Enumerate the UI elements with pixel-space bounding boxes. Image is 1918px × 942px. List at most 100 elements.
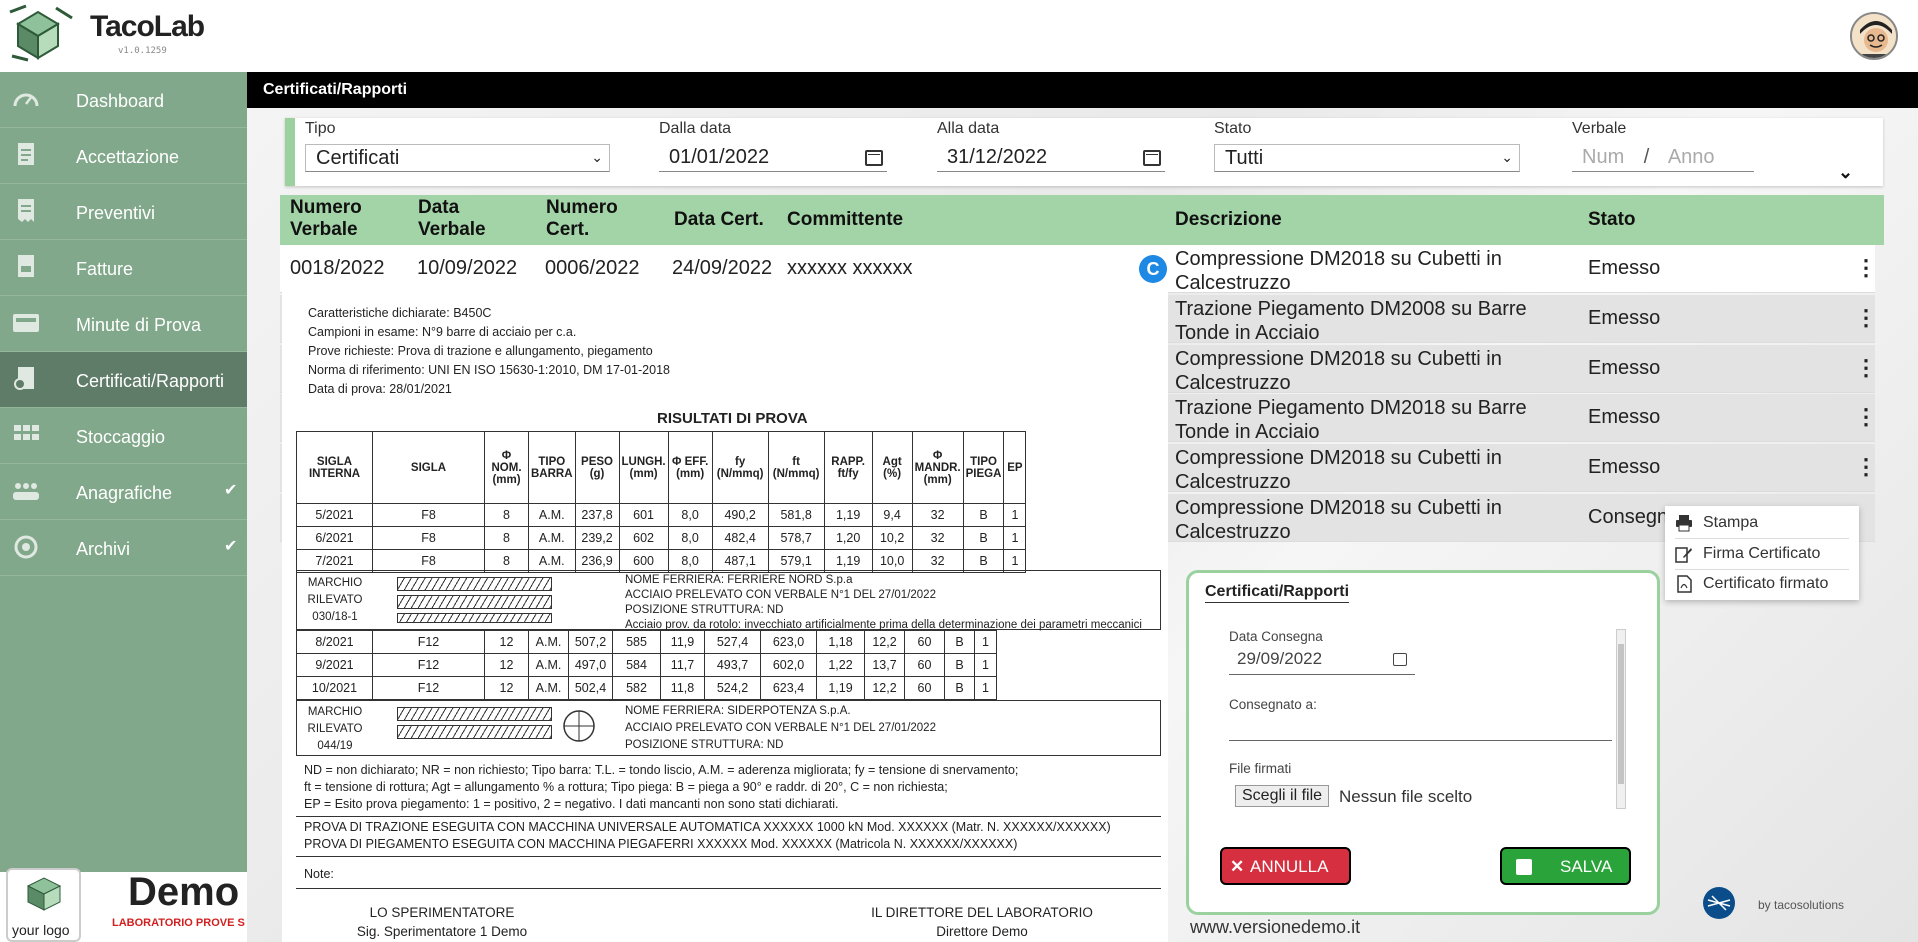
results-cell: 32 xyxy=(911,526,964,550)
col-stato[interactable]: Stato xyxy=(1588,209,1636,231)
calendar-icon[interactable] xyxy=(865,150,883,166)
sidebar-item-anagrafiche[interactable]: Anagrafiche ✔ xyxy=(0,464,247,520)
col-numero-verbale[interactable]: Numero Verbale xyxy=(290,197,380,241)
alla-data-input[interactable]: 31/12/2022 xyxy=(937,144,1165,172)
cell-stato: Emesso xyxy=(1588,307,1661,329)
consegnato-input[interactable] xyxy=(1229,717,1612,741)
modal-scrollbar[interactable] xyxy=(1616,629,1626,809)
results-cell: 1 xyxy=(1003,503,1027,527)
expand-check-icon[interactable]: ✔ xyxy=(224,480,237,500)
dalla-data-input[interactable]: 01/01/2022 xyxy=(659,144,887,172)
sidebar-item-preventivi[interactable]: Preventivi xyxy=(0,184,247,240)
row-actions-kebab-icon[interactable]: ⋮ xyxy=(1855,404,1877,430)
results-col-header: EP xyxy=(1003,431,1027,504)
row-actions-kebab-icon[interactable]: ⋮ xyxy=(1855,255,1877,281)
row-actions-kebab-icon[interactable]: ⋮ xyxy=(1855,355,1877,381)
results-row: 9/2021 F12 12 A.M. 497,0 584 11,7 493,7 602,0 1,2… xyxy=(296,653,997,677)
cell-stato: Emesso xyxy=(1588,406,1661,428)
results-cell: 1,19 xyxy=(816,676,865,700)
invoice-icon xyxy=(18,255,34,277)
preview-line: Data di prova: 28/01/2021 xyxy=(308,382,452,396)
sidebar-item-dashboard[interactable]: Dashboard xyxy=(0,72,247,128)
signature-role: IL DIRETTORE DEL LABORATORIO xyxy=(871,905,1093,920)
calendar-icon[interactable] xyxy=(1143,150,1161,166)
menu-item-stampa[interactable]: Stampa xyxy=(1665,508,1859,538)
menu-item-certificato-firmato[interactable]: Certificato firmato xyxy=(1665,569,1859,599)
file-name-text: Nessun file scelto xyxy=(1339,787,1473,806)
results-col-header: ft (N/mmq) xyxy=(767,431,825,504)
verbale-input[interactable]: Num / Anno xyxy=(1572,144,1754,172)
machine-line: PROVA DI PIEGAMENTO ESEGUITA CON MACCHIN… xyxy=(304,837,1018,851)
cell-data-cert: 24/09/2022 xyxy=(672,257,773,279)
filter-alla-data: Alla data 31/12/2022 xyxy=(937,120,1165,172)
website-link[interactable]: www.versionedemo.it xyxy=(1190,917,1360,938)
sidebar-item-accettazione[interactable]: Accettazione xyxy=(0,128,247,184)
signature-role: LO SPERIMENTATORE xyxy=(369,905,515,920)
menu-item-label: Stampa xyxy=(1703,514,1759,531)
cell-stato: Consegn xyxy=(1588,506,1669,528)
verbale-anno-placeholder[interactable]: Anno xyxy=(1668,146,1715,168)
results-cell: A.M. xyxy=(528,676,569,700)
filter-tipo-label: Tipo xyxy=(305,120,336,137)
file-firmati-label: File firmati xyxy=(1229,761,1292,776)
tipo-select[interactable]: Certificati ⌄ xyxy=(305,144,610,172)
results-cell: F12 xyxy=(372,676,485,700)
calendar-icon[interactable] xyxy=(1393,653,1407,666)
certificate-icon xyxy=(14,367,34,390)
certificate-preview: Caratteristiche dichiarate: B450C Campio… xyxy=(282,288,1168,942)
cell-committente: xxxxxx xxxxxx xyxy=(787,257,913,279)
tipo-select-value: Certificati xyxy=(316,147,400,169)
sidebar-item-archivi[interactable]: Archivi ✔ xyxy=(0,520,247,576)
results-cell: 602,0 xyxy=(760,653,817,677)
col-descrizione[interactable]: Descrizione xyxy=(1175,209,1282,231)
choose-file-button[interactable]: Scegli il file xyxy=(1235,785,1330,807)
sidebar-item-label: Minute di Prova xyxy=(76,315,202,335)
results-cell: A.M. xyxy=(528,630,569,654)
sidebar-item-minute-di-prova[interactable]: Minute di Prova xyxy=(0,296,247,352)
user-avatar[interactable] xyxy=(1850,12,1898,60)
chevron-down-icon: ⌄ xyxy=(591,149,603,165)
row-actions-kebab-icon[interactable]: ⋮ xyxy=(1855,305,1877,331)
alla-data-value: 31/12/2022 xyxy=(947,146,1048,168)
save-button[interactable]: SALVA xyxy=(1500,847,1631,885)
results-cell: 13,7 xyxy=(864,653,905,677)
results-cell: 1 xyxy=(974,653,997,677)
user-avatar-icon xyxy=(1852,14,1896,58)
marchio-info-line: POSIZIONE STRUTTURA: ND xyxy=(625,739,784,751)
legend-line: EP = Esito prova piegamento: 1 = positiv… xyxy=(304,797,839,811)
preview-line: Prove richieste: Prova di trazione e all… xyxy=(308,344,653,358)
sidebar: Dashboard Accettazione Preventivi Fattur… xyxy=(0,72,247,872)
menu-item-firma-certificato[interactable]: Firma Certificato xyxy=(1665,539,1859,569)
signature-right: IL DIRETTORE DEL LABORATORIO Direttore D… xyxy=(862,903,1102,941)
collapse-filters-chevron-icon[interactable]: ⌄ xyxy=(1838,162,1853,183)
results-col-header: Agt (%) xyxy=(871,431,913,504)
results-cell: A.M. xyxy=(528,653,569,677)
data-consegna-input[interactable]: 29/09/2022 xyxy=(1229,649,1415,675)
verbale-num-placeholder[interactable]: Num xyxy=(1582,146,1624,168)
cell-descrizione: Compressione DM2018 su Cubetti in Calces… xyxy=(1175,248,1502,294)
results-col-header: fy (N/mmq) xyxy=(711,431,769,504)
col-data-verbale[interactable]: Data Verbale xyxy=(418,197,508,241)
row-actions-kebab-icon[interactable]: ⋮ xyxy=(1855,454,1877,480)
results-cell: 1 xyxy=(974,630,997,654)
marchio-label: MARCHIO RILEVATO 044/19 xyxy=(307,706,363,752)
sidebar-item-certificati-rapporti[interactable]: Certificati/Rapporti xyxy=(0,352,247,408)
results-cell: 602 xyxy=(618,526,669,550)
stato-select[interactable]: Tutti ⌄ xyxy=(1214,144,1520,172)
table-row[interactable]: 0018/2022 10/09/2022 0006/2022 24/09/202… xyxy=(280,245,1877,294)
results-cell: F12 xyxy=(372,630,485,654)
sidebar-item-stoccaggio[interactable]: Stoccaggio xyxy=(0,408,247,464)
expand-check-icon[interactable]: ✔ xyxy=(224,536,237,556)
cancel-button[interactable]: ✕ ANNULLA xyxy=(1220,847,1351,885)
signature-left: LO SPERIMENTATORE Sig. Sperimentatore 1 … xyxy=(342,903,542,941)
filter-verbale: Verbale Num / Anno xyxy=(1572,120,1754,172)
results-table-2: 8/2021 F12 12 A.M. 507,2 585 11,9 527,4 623,0 1,1… xyxy=(296,630,997,700)
results-cell: 490,2 xyxy=(711,503,769,527)
cell-numero-cert: 0006/2022 xyxy=(545,257,640,279)
col-numero-cert[interactable]: Numero Cert. xyxy=(546,197,636,241)
scrollbar-thumb[interactable] xyxy=(1618,644,1624,784)
sidebar-item-fatture[interactable]: Fatture xyxy=(0,240,247,296)
col-data-cert[interactable]: Data Cert. xyxy=(674,209,764,231)
col-committente[interactable]: Committente xyxy=(787,209,903,231)
results-row: 6/2021 F8 8 A.M. 239,2 602 8,0 482,4 578,7 1,20 10… xyxy=(296,526,1027,550)
